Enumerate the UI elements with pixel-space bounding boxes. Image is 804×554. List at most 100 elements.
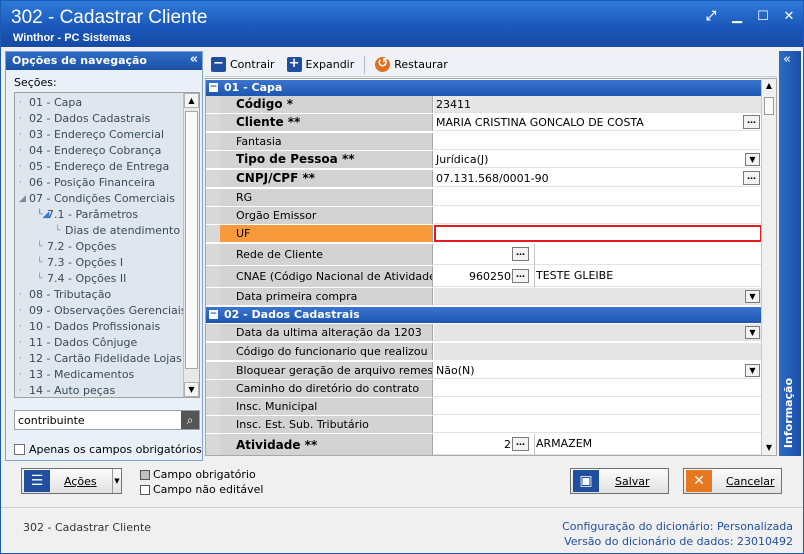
tipo-pessoa-select[interactable]: Jurídica(J) ▼ bbox=[434, 151, 762, 168]
restore-size-icon[interactable]: ⤢ bbox=[703, 9, 719, 25]
checkbox-box[interactable] bbox=[14, 444, 25, 455]
sidebar-item[interactable]: · 08 - Tributação bbox=[17, 287, 185, 303]
chevron-down-icon[interactable]: ▼ bbox=[745, 290, 760, 303]
sections-tree: · 01 - Capa · 02 - Dados Cadastrais · 03 - En… bbox=[14, 92, 200, 398]
sidebar-item[interactable]: · 02 - Dados Cadastrais bbox=[17, 111, 185, 127]
scroll-down-icon[interactable]: ▼ bbox=[763, 441, 775, 455]
cliente-field[interactable]: MARIA CRISTINA GONCALO DE COSTA … bbox=[434, 114, 762, 131]
collapse-section-icon[interactable]: − bbox=[209, 83, 218, 92]
row-codigo: Código * 23411 bbox=[206, 96, 762, 114]
chevron-down-icon[interactable]: ▼ bbox=[745, 364, 760, 377]
sections-search-input[interactable]: contribuinte ⌕ bbox=[14, 410, 200, 430]
field-label: Insc. Municipal bbox=[220, 398, 433, 415]
search-icon[interactable]: ⌕ bbox=[181, 411, 199, 429]
expand-button[interactable]: + Expandir bbox=[281, 54, 361, 76]
cancel-button[interactable]: ✕ Cancelar bbox=[683, 468, 782, 494]
scroll-thumb[interactable] bbox=[185, 111, 198, 369]
sidebar-item[interactable]: ◢ 07 - Condições Comerciais bbox=[17, 191, 185, 207]
fantasia-field[interactable] bbox=[434, 133, 762, 150]
uf-field[interactable] bbox=[434, 225, 762, 242]
row-orgao: Orgão Emissor bbox=[206, 207, 762, 225]
ellipsis-icon[interactable]: … bbox=[743, 115, 760, 129]
sidebar-item[interactable]: · 01 - Capa bbox=[17, 95, 185, 111]
tree-scrollbar[interactable]: ▲ ▼ bbox=[183, 93, 199, 397]
close-icon[interactable]: ✕ bbox=[781, 9, 797, 25]
sidebar-item[interactable]: └◢ 7.1 - Parâmetros bbox=[17, 207, 185, 223]
sidebar-item[interactable]: · 04 - Endereço Cobrança bbox=[17, 143, 185, 159]
scroll-down-icon[interactable]: ▼ bbox=[184, 382, 199, 397]
sidebar-item[interactable]: · 12 - Cartão Fidelidade Lojas bbox=[17, 351, 185, 367]
scroll-thumb[interactable] bbox=[764, 97, 774, 115]
rede-field[interactable]: … bbox=[434, 244, 762, 266]
sidebar-item[interactable]: └ 7.3 - Opções I bbox=[17, 255, 185, 271]
restore-button[interactable]: ↺ Restaurar bbox=[369, 54, 453, 76]
orgao-field[interactable] bbox=[434, 207, 762, 224]
sidebar-item[interactable]: · 06 - Posição Financeira bbox=[17, 175, 185, 191]
maximize-icon[interactable]: ☐ bbox=[755, 9, 771, 25]
grid-toolbar: − Contrair + Expandir ↺ Restaurar bbox=[205, 53, 777, 77]
sidebar-item-label: 7.4 - Opções II bbox=[47, 272, 127, 285]
bloquear-select[interactable]: Não(N) ▼ bbox=[434, 362, 762, 379]
sidebar-item[interactable]: · 14 - Auto peças bbox=[17, 383, 185, 397]
actions-button[interactable]: ☰ Ações ▼ bbox=[21, 468, 122, 494]
row-caminho: Caminho do diretório do contrato bbox=[206, 380, 762, 398]
grid-scrollbar[interactable]: ▲ ▼ bbox=[761, 79, 776, 455]
chevron-down-icon[interactable]: ▼ bbox=[112, 469, 121, 493]
atividade-code: 2 bbox=[504, 438, 511, 451]
sidebar-item[interactable]: └ 7.4 - Opções II bbox=[17, 271, 185, 287]
primeira-compra-field[interactable]: ▼ bbox=[434, 288, 762, 305]
only-required-checkbox[interactable]: Apenas os campos obrigatórios bbox=[14, 443, 202, 456]
sidebar-item[interactable]: └ 7.2 - Opções bbox=[17, 239, 185, 255]
row-primeira-compra: Data primeira compra ▼ bbox=[206, 288, 762, 306]
caminho-field[interactable] bbox=[434, 380, 762, 397]
sidebar-item[interactable]: · 13 - Medicamentos bbox=[17, 367, 185, 383]
sidebar-item[interactable]: · 10 - Dados Profissionais bbox=[17, 319, 185, 335]
section-title: 02 - Dados Cadastrais bbox=[224, 308, 360, 321]
ellipsis-icon[interactable]: … bbox=[512, 269, 529, 283]
section-header-capa[interactable]: − 01 - Capa bbox=[206, 80, 762, 96]
collapse-section-icon[interactable]: − bbox=[209, 310, 218, 319]
minus-icon: − bbox=[211, 57, 226, 72]
insc-municipal-field[interactable] bbox=[434, 398, 762, 415]
section-header-dados-cadastrais[interactable]: − 02 - Dados Cadastrais bbox=[206, 307, 762, 323]
sidebar-item[interactable]: └ Dias de atendimento bbox=[17, 223, 185, 239]
field-label: Data da ultima alteração da 1203 bbox=[220, 324, 433, 341]
navigation-panel: Opções de navegação « Seções: · 01 - Capa… bbox=[5, 51, 203, 461]
legend-required: Campo obrigatório bbox=[140, 468, 256, 481]
window-subtitle: Winthor - PC Sistemas bbox=[13, 32, 131, 44]
field-label: Fantasia bbox=[220, 133, 433, 150]
ultima-alteracao-field[interactable]: ▼ bbox=[434, 324, 762, 341]
minimize-icon[interactable]: ▁ bbox=[729, 9, 745, 25]
collapse-button[interactable]: − Contrair bbox=[205, 54, 281, 76]
field-label: RG bbox=[220, 189, 433, 206]
atividade-field[interactable]: 2 … ARMAZEM bbox=[434, 434, 762, 455]
rg-field[interactable] bbox=[434, 189, 762, 206]
title-bar: 302 - Cadastrar Cliente Winthor - PC Sis… bbox=[1, 1, 803, 47]
ellipsis-icon[interactable]: … bbox=[512, 247, 529, 261]
cliente-value: MARIA CRISTINA GONCALO DE COSTA bbox=[436, 116, 644, 129]
ellipsis-icon[interactable]: … bbox=[512, 437, 529, 451]
chevron-down-icon[interactable]: ▼ bbox=[745, 153, 760, 166]
scroll-up-icon[interactable]: ▲ bbox=[184, 93, 199, 108]
insc-est-sub-field[interactable] bbox=[434, 416, 762, 433]
window-title: 302 - Cadastrar Cliente bbox=[11, 7, 208, 28]
sidebar-item[interactable]: · 09 - Observações Gerenciais bbox=[17, 303, 187, 319]
sidebar-item[interactable]: · 05 - Endereço de Entrega bbox=[17, 159, 185, 175]
sidebar-item[interactable]: · 11 - Dados Cônjuge bbox=[17, 335, 185, 351]
cnpj-field[interactable]: 07.131.568/0001-90 … bbox=[434, 170, 762, 187]
cnae-field[interactable]: 9602502 … TESTE GLEIBE bbox=[434, 266, 762, 288]
chevron-down-icon[interactable]: ▼ bbox=[745, 326, 760, 339]
readonly-swatch bbox=[140, 484, 150, 495]
sidebar-item-label: 07 - Condições Comerciais bbox=[29, 192, 175, 205]
collapse-panel-icon[interactable]: « bbox=[190, 52, 198, 67]
tree-connector: · bbox=[19, 290, 22, 300]
row-fantasia: Fantasia bbox=[206, 133, 762, 151]
save-button[interactable]: ▣ Salvar bbox=[570, 468, 669, 494]
undo-icon: ↺ bbox=[375, 57, 391, 72]
sidebar-item[interactable]: · 03 - Endereço Comercial bbox=[17, 127, 185, 143]
info-panel[interactable]: « Informação bbox=[779, 51, 801, 456]
ellipsis-icon[interactable]: … bbox=[743, 171, 760, 185]
expand-panel-icon[interactable]: « bbox=[783, 52, 791, 67]
scroll-up-icon[interactable]: ▲ bbox=[763, 79, 775, 93]
sidebar-item-label: 11 - Dados Cônjuge bbox=[29, 336, 138, 349]
